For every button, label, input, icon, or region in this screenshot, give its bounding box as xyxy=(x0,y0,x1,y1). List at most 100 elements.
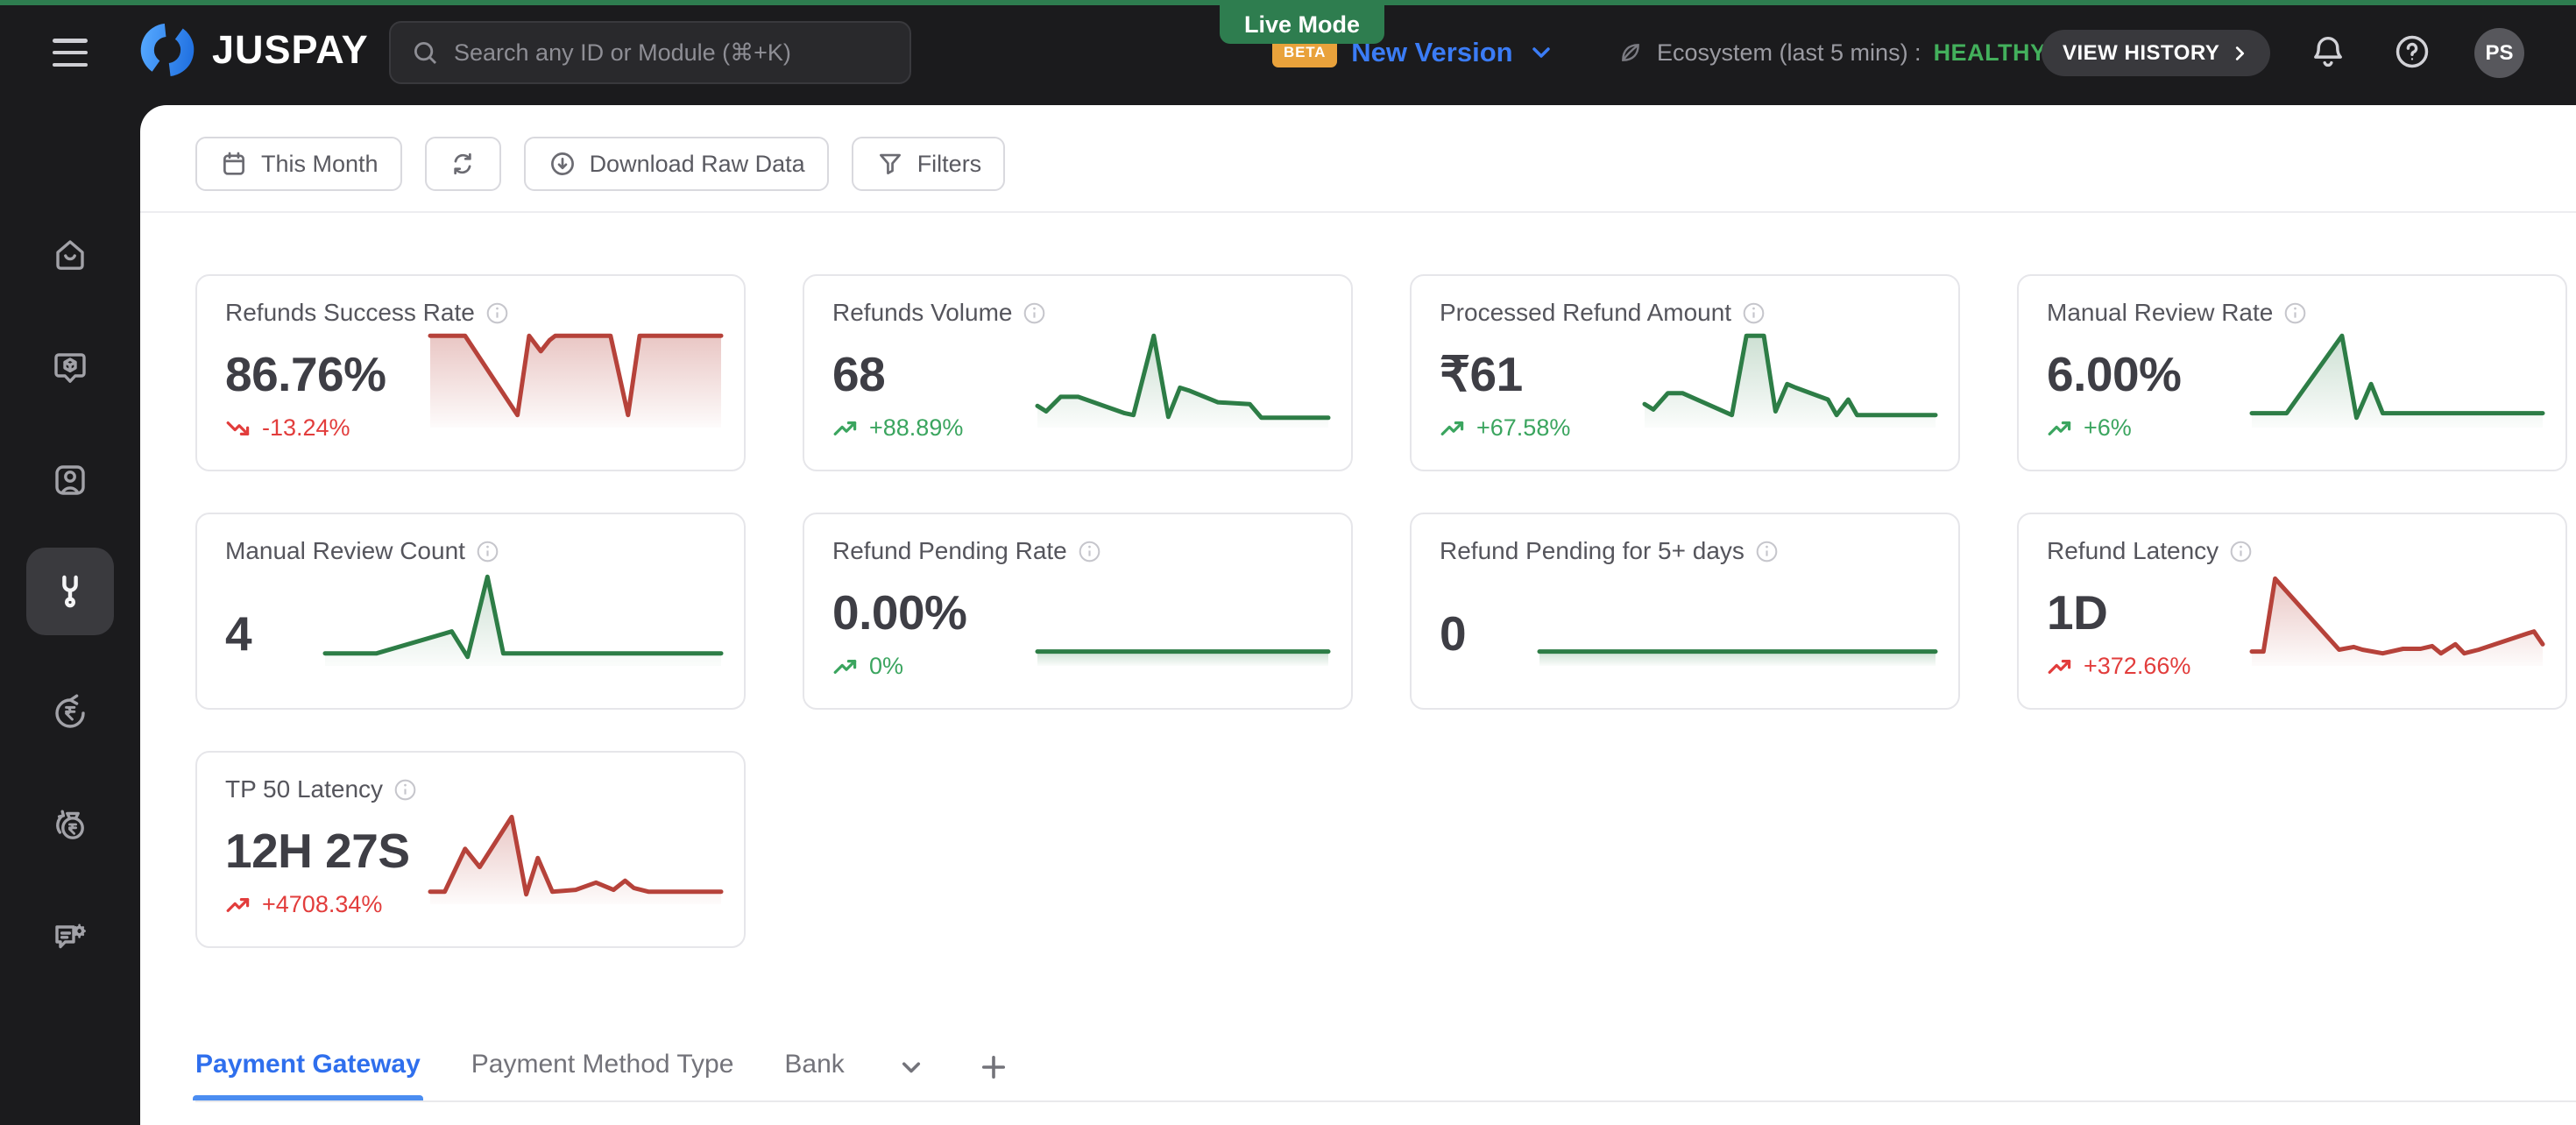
live-mode-badge: Live Mode xyxy=(1220,5,1385,44)
sparkline-chart xyxy=(428,333,724,428)
view-history-button[interactable]: VIEW HISTORY xyxy=(2042,30,2271,76)
metric-card[interactable]: Refund Pending for 5+ days 0 xyxy=(1410,513,1960,710)
metric-card-value: 12H 27S xyxy=(225,824,410,878)
metric-card[interactable]: TP 50 Latency 12H 27S +4708.34% xyxy=(195,751,746,948)
wrench-icon xyxy=(62,575,78,608)
metric-card-trend: +6% xyxy=(2047,414,2132,442)
breakdown-tabs: Payment Gateway Payment Method Type Bank xyxy=(193,1050,1009,1100)
hamburger-menu-icon[interactable] xyxy=(49,33,91,72)
info-icon[interactable] xyxy=(1755,540,1779,563)
trend-up-icon xyxy=(833,421,857,435)
tab-bank[interactable]: Bank xyxy=(784,1050,844,1100)
metric-card[interactable]: Manual Review Rate 6.00% +6% xyxy=(2017,274,2567,471)
sidebar-item-feedback[interactable] xyxy=(26,893,114,980)
metric-card-trend: +88.89% xyxy=(832,414,963,442)
sparkline-chart xyxy=(1035,649,1331,666)
refresh-button[interactable] xyxy=(424,137,501,191)
sparkline-chart xyxy=(2249,576,2545,666)
metric-card-value: 68 xyxy=(832,347,886,401)
metric-card-trend: +67.58% xyxy=(1440,414,1570,442)
metric-card-value: 0.00% xyxy=(832,585,967,640)
trend-up-icon xyxy=(833,659,857,674)
ecosystem-label: Ecosystem (last 5 mins) : xyxy=(1657,39,1921,66)
info-icon[interactable] xyxy=(2283,301,2307,325)
trend-up-icon xyxy=(2048,659,2071,674)
sidebar-item-refunds[interactable] xyxy=(26,669,114,756)
date-range-button[interactable]: This Month xyxy=(195,137,402,191)
help-button[interactable] xyxy=(2390,30,2434,74)
user-card-icon xyxy=(55,465,85,495)
modules-cube-icon xyxy=(54,353,86,383)
info-icon[interactable] xyxy=(476,540,499,563)
trend-up-icon xyxy=(2048,421,2071,435)
toolbar: This Month Download Raw Data Filters xyxy=(195,137,1006,191)
calendar-icon xyxy=(223,152,244,175)
metric-card-title: Refund Pending Rate xyxy=(832,537,1101,565)
toolbar-divider xyxy=(140,211,2576,213)
user-avatar[interactable]: PS xyxy=(2474,28,2524,78)
download-raw-data-button[interactable]: Download Raw Data xyxy=(523,137,829,191)
add-tab-icon[interactable] xyxy=(978,1051,1009,1083)
chevron-right-icon xyxy=(2236,46,2245,60)
metric-card[interactable]: Processed Refund Amount ₹61 +67.58% xyxy=(1410,274,1960,471)
chevron-down-icon[interactable] xyxy=(1527,39,1555,67)
sidebar-nav xyxy=(0,105,140,1125)
home-icon xyxy=(56,240,84,270)
sparkline-chart xyxy=(1642,333,1938,428)
info-icon[interactable] xyxy=(1742,301,1766,325)
tab-payment-gateway[interactable]: Payment Gateway xyxy=(193,1050,423,1100)
metric-card[interactable]: Manual Review Count 4 xyxy=(195,513,746,710)
metric-card-title: Refund Pending for 5+ days xyxy=(1440,537,1779,565)
sparkline-chart xyxy=(1035,333,1331,428)
metric-card-value: 86.76% xyxy=(225,347,386,401)
info-icon[interactable] xyxy=(1023,301,1046,325)
metric-card-title: Manual Review Count xyxy=(225,537,499,565)
tab-payment-method-type[interactable]: Payment Method Type xyxy=(471,1050,734,1100)
metric-card-title: Refunds Success Rate xyxy=(225,299,509,327)
info-icon[interactable] xyxy=(393,778,417,802)
juspay-logo-icon xyxy=(140,23,195,77)
notifications-button[interactable] xyxy=(2306,30,2350,74)
search-placeholder: Search any ID or Module (⌘+K) xyxy=(454,39,791,66)
trend-down-icon xyxy=(226,421,250,435)
metric-card-value: 0 xyxy=(1440,606,1467,661)
metric-card[interactable]: Refunds Success Rate 86.76% -13.24% xyxy=(195,274,746,471)
sidebar-item-home[interactable] xyxy=(26,211,114,299)
bell-icon xyxy=(2314,36,2342,67)
search-input[interactable]: Search any ID or Module (⌘+K) xyxy=(389,21,911,84)
filters-button[interactable]: Filters xyxy=(851,137,1006,191)
metric-card-title: Manual Review Rate xyxy=(2047,299,2307,327)
metric-card[interactable]: Refund Latency 1D +372.66% xyxy=(2017,513,2567,710)
trend-up-icon xyxy=(226,897,250,912)
sidebar-item-payouts[interactable] xyxy=(26,781,114,868)
metric-card-title: Refunds Volume xyxy=(832,299,1046,327)
metric-card[interactable]: Refunds Volume 68 +88.89% xyxy=(803,274,1353,471)
metric-card-trend: +372.66% xyxy=(2047,653,2190,680)
metric-card-trend: -13.24% xyxy=(225,414,350,442)
info-icon[interactable] xyxy=(485,301,509,325)
metric-card-trend: +4708.34% xyxy=(225,891,382,918)
ecosystem-health-badge: HEALTHY xyxy=(1933,39,2047,66)
metric-card-title: Refund Latency xyxy=(2047,537,2253,565)
info-icon[interactable] xyxy=(2229,540,2253,563)
metric-card[interactable]: Refund Pending Rate 0.00% 0% xyxy=(803,513,1353,710)
filter-funnel-icon xyxy=(879,153,901,174)
metric-cards-grid: Refunds Success Rate 86.76% -13.24% Refunds… xyxy=(195,274,2567,948)
refresh-icon xyxy=(454,152,471,175)
sparkline-chart xyxy=(428,814,724,904)
sidebar-item-customers[interactable] xyxy=(26,436,114,524)
metric-card-value: 4 xyxy=(225,606,252,661)
download-icon xyxy=(550,152,574,175)
sidebar-item-modules[interactable] xyxy=(26,324,114,412)
sparkline-chart xyxy=(1537,649,1938,666)
feedback-gear-icon xyxy=(55,923,86,949)
brand-logo[interactable]: JUSPAY xyxy=(138,21,369,79)
sidebar-item-tools[interactable] xyxy=(26,548,114,635)
info-icon[interactable] xyxy=(1078,540,1101,563)
brand-name: JUSPAY xyxy=(212,27,369,72)
metric-card-value: 6.00% xyxy=(2047,347,2182,401)
metric-card-trend: 0% xyxy=(832,653,903,680)
metric-card-title: Processed Refund Amount xyxy=(1440,299,1766,327)
main-panel: This Month Download Raw Data Filters Ref… xyxy=(140,105,2576,1125)
tabs-chevron-down-icon[interactable] xyxy=(895,1051,927,1083)
